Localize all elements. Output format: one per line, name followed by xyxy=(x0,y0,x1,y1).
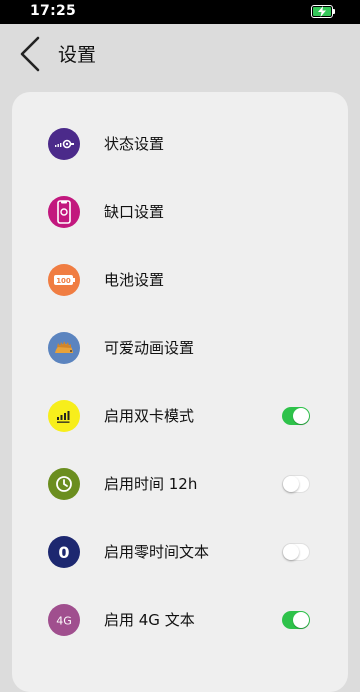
settings-item-label: 电池设置 xyxy=(104,271,165,289)
settings-item-label: 启用零时间文本 xyxy=(104,543,210,561)
settings-card: 状态设置 缺口设置 100 电池设置 可爱动画设置 启用双卡模式 启用时间 12… xyxy=(12,92,348,692)
status-bar: 17:25 xyxy=(0,0,360,24)
settings-item-label: 可爱动画设置 xyxy=(104,339,195,357)
svg-text:100: 100 xyxy=(56,277,71,285)
svg-text:0: 0 xyxy=(58,543,69,562)
dual-sim-toggle[interactable] xyxy=(282,407,310,425)
clock-icon xyxy=(48,468,80,500)
zero-time-toggle[interactable] xyxy=(282,543,310,561)
zero-icon: 0 xyxy=(48,536,80,568)
settings-item-label: 状态设置 xyxy=(104,135,165,153)
settings-item-label: 启用双卡模式 xyxy=(104,407,195,425)
settings-item-animation[interactable]: 可爱动画设置 xyxy=(12,318,348,378)
header: 设置 xyxy=(0,24,360,84)
settings-item-battery[interactable]: 100 电池设置 xyxy=(12,250,348,310)
settings-item-label: 启用 4G 文本 xyxy=(104,611,195,629)
time-12h-toggle[interactable] xyxy=(282,475,310,493)
settings-item-dual-sim[interactable]: 启用双卡模式 xyxy=(12,386,348,446)
settings-item-notch[interactable]: 缺口设置 xyxy=(12,182,348,242)
4g-icon: 4G xyxy=(48,604,80,636)
settings-item-label: 启用时间 12h xyxy=(104,475,198,493)
status-bars-icon xyxy=(48,128,80,160)
battery-100-icon: 100 xyxy=(48,264,80,296)
settings-item-time-12h[interactable]: 启用时间 12h xyxy=(12,454,348,514)
signal-bars-icon xyxy=(48,400,80,432)
page-title: 设置 xyxy=(58,44,97,66)
settings-item-4g-text[interactable]: 4G 启用 4G 文本 xyxy=(12,590,348,650)
status-time: 17:25 xyxy=(30,3,77,19)
hedgehog-icon xyxy=(48,332,80,364)
settings-item-status[interactable]: 状态设置 xyxy=(12,114,348,174)
svg-text:4G: 4G xyxy=(56,615,72,628)
notch-phone-icon xyxy=(48,196,80,228)
4g-text-toggle[interactable] xyxy=(282,611,310,629)
chevron-left-icon[interactable] xyxy=(16,34,46,74)
settings-item-zero-time[interactable]: 0 启用零时间文本 xyxy=(12,522,348,582)
settings-item-label: 缺口设置 xyxy=(104,203,165,221)
battery-charging-icon xyxy=(311,5,333,18)
